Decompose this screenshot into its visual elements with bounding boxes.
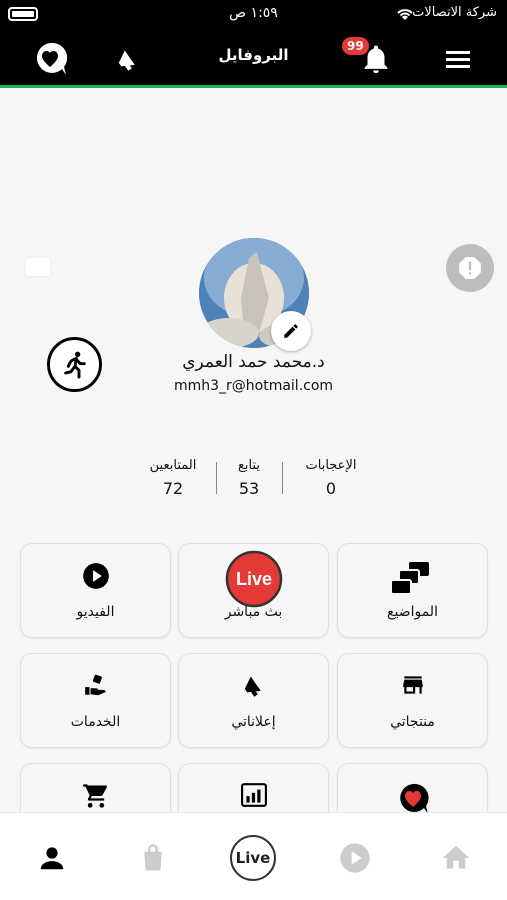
person-icon bbox=[40, 847, 64, 870]
bottom-tab-bar: Live bbox=[0, 812, 507, 900]
home-icon bbox=[442, 846, 470, 869]
tile-video[interactable]: الفيديو bbox=[20, 543, 171, 638]
tile-my-products[interactable]: منتجاتي bbox=[337, 653, 488, 748]
tile-services[interactable]: الخدمات bbox=[20, 653, 171, 748]
heart-chat-icon bbox=[399, 783, 429, 814]
stat-label: الإعجابات bbox=[305, 458, 357, 473]
store-icon bbox=[402, 676, 423, 694]
status-bar: ١:٥٩ ص شركة الاتصالات bbox=[0, 0, 507, 28]
alert-icon bbox=[459, 257, 481, 279]
menu-button[interactable] bbox=[438, 39, 478, 79]
stat-value: 0 bbox=[325, 479, 337, 498]
shopping-bag-icon bbox=[144, 844, 162, 871]
tile-label: إعلاناتي bbox=[231, 714, 276, 730]
tile-my-ads[interactable]: إعلاناتي bbox=[178, 653, 329, 748]
cart-icon bbox=[82, 784, 107, 808]
stat-label: المتابعين bbox=[149, 458, 197, 473]
play-circle-icon bbox=[340, 843, 370, 873]
stats-screen-icon bbox=[240, 783, 267, 807]
tile-label: الخدمات bbox=[70, 714, 121, 730]
tab-home[interactable] bbox=[431, 833, 481, 883]
tab-profile[interactable] bbox=[27, 833, 77, 883]
live-tab-icon: Live bbox=[230, 835, 276, 881]
service-hand-icon bbox=[84, 674, 106, 696]
topics-blocks-icon bbox=[390, 562, 429, 595]
hamburger-menu-icon bbox=[446, 51, 470, 68]
edit-profile-button[interactable] bbox=[271, 311, 311, 351]
live-badge-text: Live bbox=[235, 569, 271, 589]
tab-live[interactable]: Live bbox=[228, 833, 278, 883]
tab-videos[interactable] bbox=[330, 833, 380, 883]
tile-label: منتجاتي bbox=[390, 714, 435, 730]
notification-badge: 99 bbox=[342, 37, 369, 55]
notifications-button[interactable]: 99 bbox=[342, 37, 396, 79]
stat-likes[interactable]: الإعجابات 0 bbox=[286, 458, 376, 498]
play-circle-icon bbox=[82, 563, 109, 589]
camera-icon[interactable] bbox=[26, 258, 50, 276]
app-header: البروفايل 99 bbox=[0, 28, 507, 88]
stat-value: 72 bbox=[162, 479, 184, 498]
tile-label: بث مباشر bbox=[224, 604, 283, 620]
user-email: mmh3_r@hotmail.com bbox=[173, 378, 334, 394]
user-name: د.محمد حمد العمري bbox=[182, 352, 325, 372]
stat-followers[interactable]: المتابعين 72 bbox=[128, 458, 218, 498]
page-title: البروفايل bbox=[218, 46, 289, 64]
tab-shopping[interactable] bbox=[128, 833, 178, 883]
live-broadcast-icon: Live bbox=[225, 550, 282, 608]
tile-live-broadcast[interactable]: Live بث مباشر bbox=[178, 543, 329, 638]
report-button[interactable] bbox=[446, 244, 494, 292]
pencil-icon bbox=[284, 324, 298, 338]
megaphone-icon bbox=[244, 676, 261, 697]
tile-label: الفيديو bbox=[76, 604, 115, 620]
carrier-name: شركة الاتصالات bbox=[412, 5, 497, 20]
tile-topics[interactable]: المواضيع bbox=[337, 543, 488, 638]
tile-label: المواضيع bbox=[387, 604, 438, 620]
